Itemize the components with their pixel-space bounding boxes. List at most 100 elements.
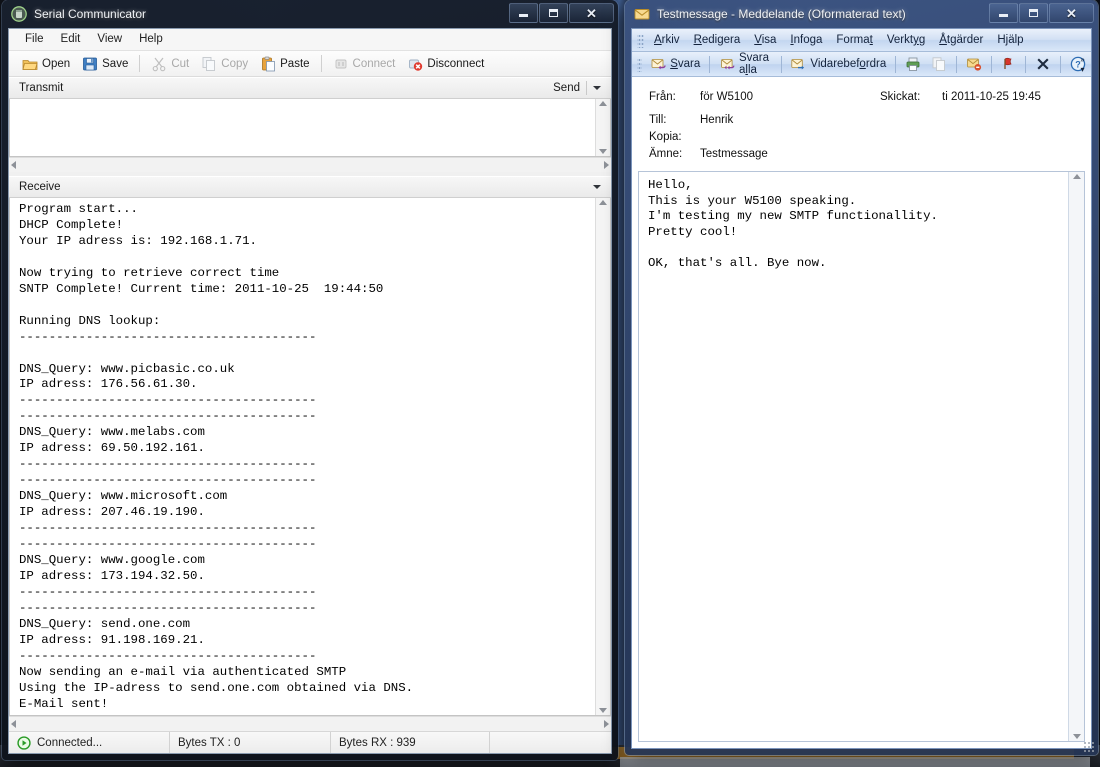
menu-item-edit[interactable]: Edit xyxy=(53,31,90,48)
toolbar-copy-label: Copy xyxy=(221,58,248,70)
menu-item-redigera[interactable]: Redigera xyxy=(687,32,748,48)
status-connection: Connected... xyxy=(9,732,169,753)
toolbar-copy-button[interactable]: Copy xyxy=(196,55,253,73)
scroll-right-icon[interactable] xyxy=(604,161,609,169)
scroll-up-icon[interactable] xyxy=(1073,174,1081,179)
menu-pre: Forma xyxy=(836,34,869,46)
mail-body-container[interactable]: Hello, This is your W5100 speaking. I'm … xyxy=(638,171,1085,742)
toolbar-paste-button[interactable]: Paste xyxy=(255,55,314,73)
toolbar-separator xyxy=(139,55,140,72)
copy-button[interactable] xyxy=(926,55,952,73)
toolbar-separator-2 xyxy=(321,55,322,72)
menu-item-help[interactable]: Help xyxy=(131,31,172,48)
transmit-textarea-wrapper[interactable] xyxy=(9,99,611,157)
close-button[interactable]: ✕ xyxy=(1049,3,1094,23)
scissors-icon xyxy=(151,56,167,72)
move-to-folder-button[interactable] xyxy=(961,55,987,73)
scroll-down-icon[interactable] xyxy=(1073,734,1081,739)
menu-rest: rkiv xyxy=(662,34,680,46)
serial-client-area: File Edit View Help Open xyxy=(8,28,612,754)
menu-item-visa[interactable]: Visa xyxy=(747,32,783,48)
serial-statusbar: Connected... Bytes TX : 0 Bytes RX : 939 xyxy=(9,731,611,753)
menu-rest: älp xyxy=(1008,34,1023,46)
chevron-down-icon[interactable] xyxy=(593,86,601,90)
transmit-vertical-scrollbar[interactable] xyxy=(595,99,610,156)
toolbar-cut-button[interactable]: Cut xyxy=(146,55,194,73)
transmit-horizontal-scrollbar[interactable] xyxy=(9,157,611,172)
scroll-up-icon[interactable] xyxy=(599,200,607,205)
mail-vertical-scrollbar[interactable] xyxy=(1068,172,1084,741)
serial-menubar[interactable]: File Edit View Help xyxy=(9,29,611,51)
toolbar-overflow-button[interactable]: » ▾ xyxy=(1076,54,1089,75)
sent-value: ti 2011-10-25 19:45 xyxy=(942,89,1041,106)
close-icon: ✕ xyxy=(586,7,597,20)
scroll-down-icon[interactable] xyxy=(599,149,607,154)
toolbar-connect-button[interactable]: Connect xyxy=(328,55,401,73)
menu-item-view[interactable]: View xyxy=(89,31,131,48)
menu-item-format[interactable]: Format xyxy=(829,32,879,48)
scroll-left-icon[interactable] xyxy=(11,161,16,169)
maximize-icon xyxy=(1029,9,1038,17)
transmit-actions[interactable]: Send xyxy=(553,81,605,95)
reply-button[interactable]: Svara xyxy=(645,55,705,73)
serial-titlebar[interactable]: Serial Communicator ✕ xyxy=(2,0,618,28)
reply-all-label: Svara alla xyxy=(739,52,772,76)
chevron-down-icon[interactable] xyxy=(593,185,601,189)
scroll-down-icon[interactable] xyxy=(599,708,607,713)
maximize-button[interactable] xyxy=(539,3,568,23)
cc-label: Kopia: xyxy=(632,129,700,146)
serial-communicator-window[interactable]: Serial Communicator ✕ File Edit View Hel… xyxy=(2,0,618,760)
toolbar-disconnect-button[interactable]: Disconnect xyxy=(402,55,489,73)
toolbar-open-button[interactable]: Open xyxy=(17,55,75,73)
mail-menubar[interactable]: Arkiv Redigera Visa Infoga Format Verkty… xyxy=(632,29,1091,52)
scroll-right-icon[interactable] xyxy=(604,720,609,728)
mail-toolbar[interactable]: Svara Svara alla xyxy=(632,52,1091,77)
menu-item-file[interactable]: File xyxy=(17,31,53,48)
toolbar-separator xyxy=(709,56,710,73)
menu-accel: V xyxy=(754,34,761,46)
menu-item-verktyg[interactable]: Verktyg xyxy=(880,32,932,48)
reply-all-button[interactable]: Svara alla xyxy=(714,51,777,77)
mail-window-controls[interactable]: ✕ xyxy=(989,3,1094,23)
mail-subject-row: Ämne: Testmessage xyxy=(632,146,1091,163)
receive-textarea-wrapper[interactable]: Program start... DHCP Complete! Your IP … xyxy=(9,198,611,716)
menu-item-atgarder[interactable]: Åtgärder xyxy=(932,32,990,48)
transmit-input[interactable] xyxy=(10,99,595,156)
menu-accel: t xyxy=(870,34,873,46)
receive-vertical-scrollbar[interactable] xyxy=(595,198,610,715)
menu-rest: tgärder xyxy=(947,34,983,46)
toolbar-grip-icon[interactable] xyxy=(637,33,644,48)
receive-actions[interactable] xyxy=(593,185,605,189)
mail-to-row: Till: Henrik xyxy=(632,112,1091,129)
menu-item-arkiv[interactable]: Arkiv xyxy=(647,32,687,48)
delete-button[interactable] xyxy=(1030,55,1056,73)
close-button[interactable]: ✕ xyxy=(569,3,614,23)
serial-toolbar[interactable]: Open Save xyxy=(9,51,611,77)
forward-icon xyxy=(790,56,806,72)
flag-button[interactable] xyxy=(995,55,1021,73)
scroll-left-icon[interactable] xyxy=(11,720,16,728)
minimize-button[interactable] xyxy=(509,3,538,23)
serial-window-controls[interactable]: ✕ xyxy=(509,3,614,23)
resize-grip-icon[interactable] xyxy=(1083,741,1095,753)
toolbar-separator-3 xyxy=(895,56,896,73)
toolbar-grip-icon[interactable] xyxy=(637,57,642,72)
transmit-panel-header: Transmit Send xyxy=(9,77,611,99)
toolbar-save-button[interactable]: Save xyxy=(77,55,133,73)
forward-button[interactable]: Vidarebefordra xyxy=(785,55,891,73)
menu-item-infoga[interactable]: Infoga xyxy=(783,32,829,48)
receive-panel-header: Receive xyxy=(9,176,611,198)
menu-item-hjalp[interactable]: Hjälp xyxy=(990,32,1030,48)
scroll-up-icon[interactable] xyxy=(599,101,607,106)
minimize-button[interactable] xyxy=(989,3,1018,23)
move-to-folder-icon xyxy=(966,56,982,72)
outlook-message-window[interactable]: Testmessage - Meddelande (Oformaterad te… xyxy=(625,0,1098,755)
mail-header-fields: Från: för W5100 Skickat: ti 2011-10-25 1… xyxy=(632,77,1091,171)
maximize-button[interactable] xyxy=(1019,3,1048,23)
receive-horizontal-scrollbar[interactable] xyxy=(9,716,611,731)
send-button[interactable]: Send xyxy=(553,82,580,94)
delete-x-icon xyxy=(1035,56,1051,72)
menu-accel: A xyxy=(654,34,662,46)
mail-titlebar[interactable]: Testmessage - Meddelande (Oformaterad te… xyxy=(625,0,1098,28)
print-button[interactable] xyxy=(900,55,926,73)
